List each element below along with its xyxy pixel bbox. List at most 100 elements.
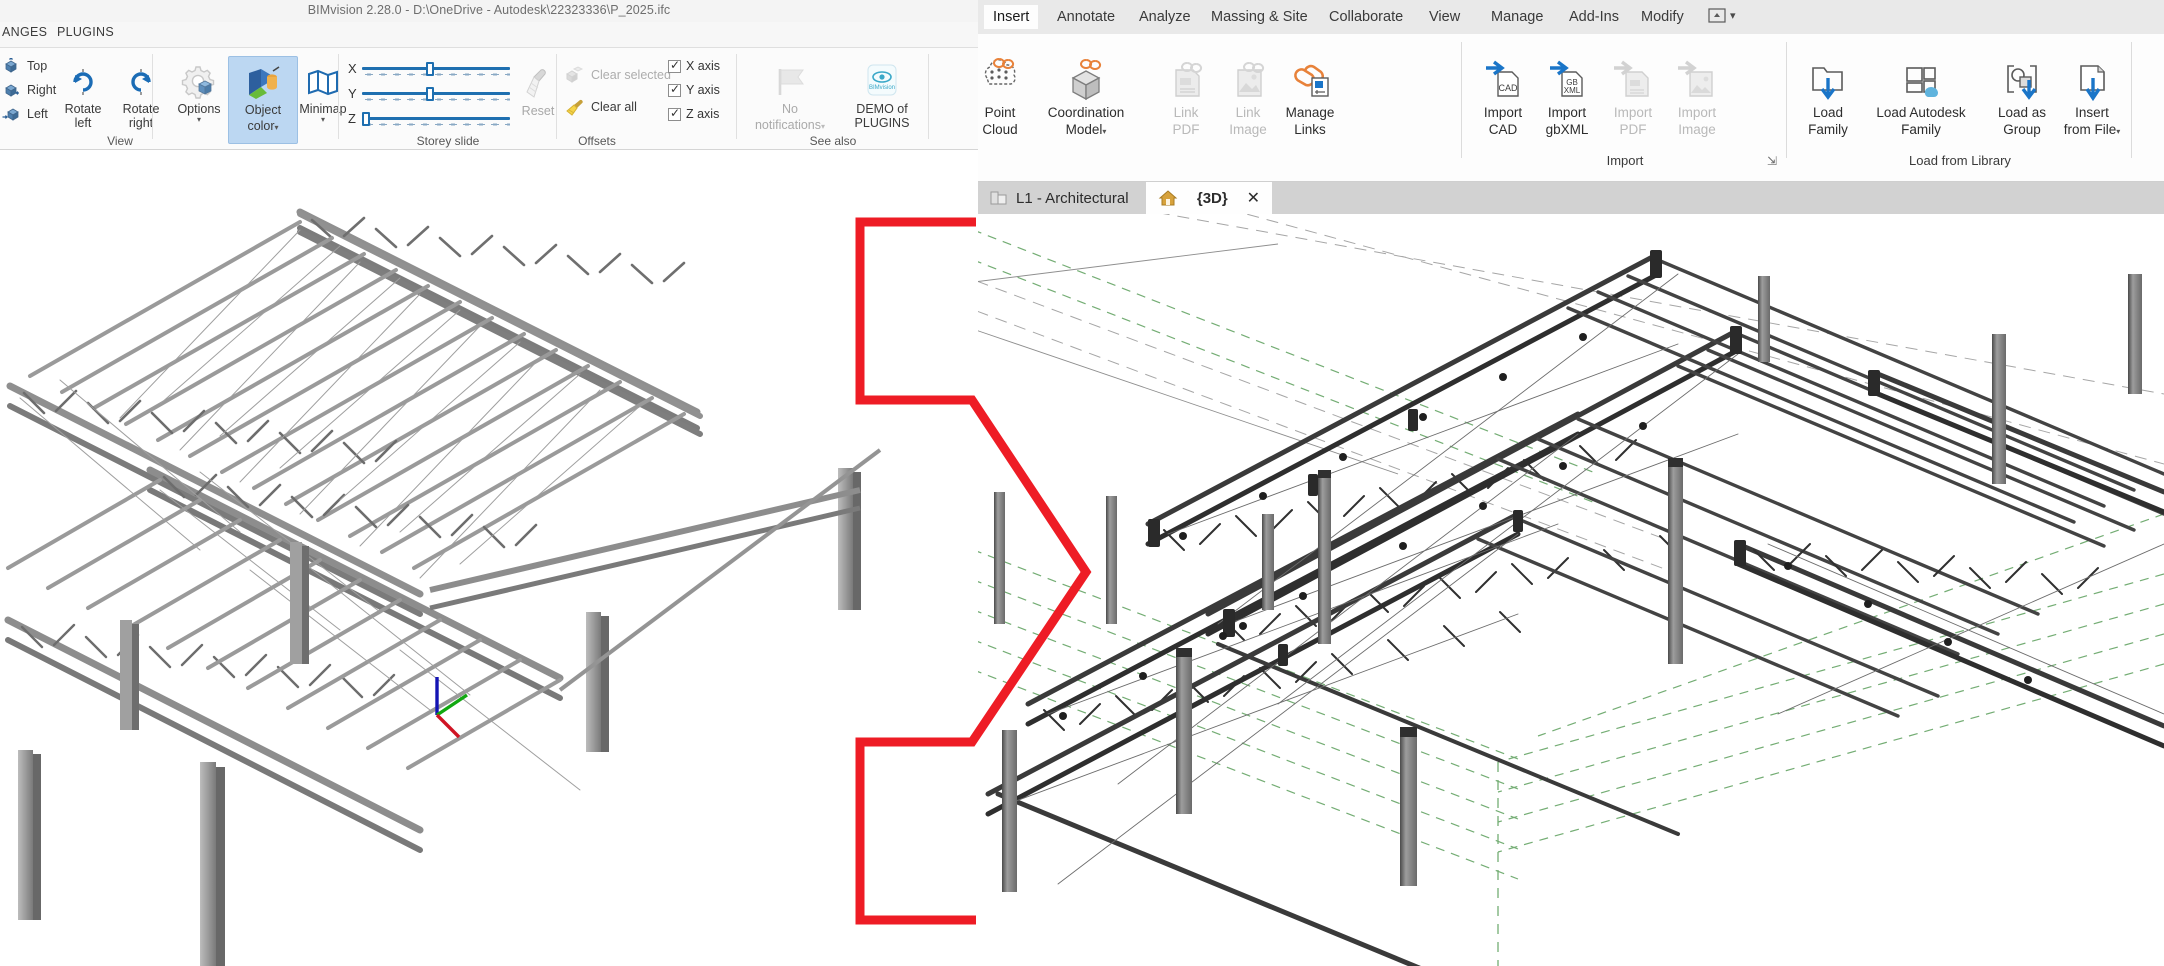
import-cad-button[interactable]: CAD Import CAD	[1467, 52, 1539, 138]
storey-slider-y-thumb[interactable]	[426, 86, 434, 101]
revit-panel-divider-3	[2131, 42, 2132, 158]
tab-massing-site[interactable]: Massing & Site	[1202, 5, 1317, 29]
screenshot-root: BIMvision 2.28.0 - D:\OneDrive - Autodes…	[0, 0, 2164, 966]
coordination-model-button[interactable]: Coordination Model▾	[1026, 52, 1146, 139]
import-pdf-button[interactable]: Import PDF	[1597, 52, 1669, 138]
storey-slider-y-label: Y	[348, 86, 357, 101]
load-autodesk-family-label-2: Family	[1901, 122, 1941, 137]
import-pdf-icon	[1597, 52, 1669, 104]
object-color-caret-icon[interactable]: ▾	[275, 123, 279, 132]
options-button[interactable]: Options ▾	[164, 62, 234, 124]
revit-view-tabstrip: L1 - Architectural {3D} ✕	[978, 182, 2164, 214]
ribbon-overflow-caret-icon[interactable]: ▾	[1730, 9, 1736, 22]
tab-collaborate[interactable]: Collaborate	[1320, 5, 1412, 29]
insert-from-file-label-1: Insert	[2075, 105, 2109, 120]
storey-slider-z-track[interactable]	[362, 111, 510, 126]
no-notifications-button[interactable]: No notifications▾	[746, 62, 834, 134]
view-panel-title: View	[107, 134, 133, 148]
offset-checkbox-x[interactable]: X axis	[668, 58, 720, 73]
broom-yellow-icon	[566, 99, 583, 116]
import-dialog-launcher[interactable]: ⇲	[1767, 154, 1777, 168]
clear-selected-icon	[566, 66, 584, 83]
view-left-button[interactable]: Left	[2, 106, 48, 122]
ribbon-overflow-button[interactable]: ▾	[1708, 8, 1736, 23]
clear-all-button[interactable]: Clear all	[564, 98, 637, 116]
insert-from-file-button[interactable]: Insert from File▾	[2050, 52, 2134, 139]
offset-checkbox-x-box[interactable]	[668, 58, 681, 73]
view-left-label: Left	[27, 107, 48, 121]
coordination-model-caret-icon[interactable]: ▾	[1102, 127, 1106, 136]
revit-panel-divider-1	[1461, 42, 1462, 158]
clear-all-label: Clear all	[591, 100, 637, 114]
insert-from-file-icon	[2050, 52, 2134, 104]
tab-add-ins[interactable]: Add-Ins	[1560, 5, 1628, 29]
import-gbxml-button[interactable]: GB XML Import gbXML	[1531, 52, 1603, 138]
view-tab-l1-label: L1 - Architectural	[1016, 189, 1129, 207]
tab-annotate[interactable]: Annotate	[1048, 5, 1124, 29]
bimvision-panel-view: Top Right Left Rotate left Rotate right …	[0, 48, 347, 150]
storey-slider-x[interactable]: X	[348, 61, 510, 76]
clear-selected-button[interactable]: Clear selected	[564, 66, 671, 84]
svg-text:CAD: CAD	[1498, 83, 1518, 93]
tab-insert[interactable]: Insert	[984, 5, 1039, 29]
no-notifications-caret-icon[interactable]: ▾	[821, 122, 825, 131]
object-color-label-2: color	[247, 119, 275, 133]
view-top-button[interactable]: Top	[2, 58, 47, 74]
home-3d-icon	[1158, 190, 1178, 206]
coordination-model-label-2: Model	[1065, 122, 1103, 137]
see-also-panel-title: See also	[809, 134, 857, 148]
load-as-group-label-1: Load as	[1997, 105, 2047, 120]
offset-checkbox-z[interactable]: Z axis	[668, 106, 719, 121]
manage-links-button[interactable]: Manage Links	[1274, 52, 1346, 138]
offset-checkbox-y-label: Y axis	[686, 83, 720, 97]
import-image-button[interactable]: Import Image	[1661, 52, 1733, 138]
import-image-label-1: Import	[1677, 105, 1717, 120]
load-family-icon	[1792, 52, 1864, 104]
bimvision-tab-plugins[interactable]: PLUGINS	[57, 25, 114, 39]
load-as-group-icon	[1986, 52, 2058, 104]
revit-panel-link: Point Cloud Coordination Model▾ Link PDF…	[978, 34, 1446, 182]
bimvision-tab-ranges[interactable]: ANGES	[2, 25, 47, 39]
import-cad-label-1: Import	[1483, 105, 1523, 120]
import-pdf-label-1: Import	[1613, 105, 1653, 120]
cube-left-icon	[2, 108, 19, 121]
storey-slider-z-thumb[interactable]	[362, 111, 370, 126]
storey-slider-x-thumb[interactable]	[426, 61, 434, 76]
coordination-model-icon	[1026, 52, 1146, 104]
demo-plugins-label-1: DEMO of	[856, 102, 908, 116]
insert-from-file-caret-icon[interactable]: ▾	[2116, 127, 2120, 136]
storey-slider-y-track[interactable]	[362, 86, 510, 101]
bimvision-3d-viewport[interactable]	[0, 150, 978, 966]
storey-slider-z[interactable]: Z	[348, 111, 510, 126]
storey-slider-x-track[interactable]	[362, 61, 510, 76]
object-color-label-1: Object	[244, 103, 282, 117]
import-image-icon	[1661, 52, 1733, 104]
tab-modify[interactable]: Modify	[1632, 5, 1693, 29]
panel-divider-3	[556, 54, 557, 139]
import-gbxml-label-1: Import	[1547, 105, 1587, 120]
revit-panel-divider-2	[1786, 42, 1787, 158]
load-family-label-1: Load	[1812, 105, 1844, 120]
view-tab-3d[interactable]: {3D} ✕	[1146, 182, 1272, 214]
offset-checkbox-y-box[interactable]	[668, 82, 681, 97]
revit-3d-viewport[interactable]	[978, 214, 2164, 966]
import-cad-icon: CAD	[1467, 52, 1539, 104]
view-tab-3d-close-icon[interactable]: ✕	[1247, 188, 1260, 208]
options-caret-icon[interactable]: ▾	[164, 116, 234, 124]
demo-plugins-button[interactable]: BIMvision DEMO of PLUGINS	[842, 62, 922, 130]
panel-divider	[152, 54, 153, 139]
storey-slider-y[interactable]: Y	[348, 86, 510, 101]
view-tab-l1-architectural[interactable]: L1 - Architectural	[978, 182, 1141, 214]
load-autodesk-family-button[interactable]: Load Autodesk Family	[1856, 52, 1986, 138]
view-top-label: Top	[27, 59, 48, 73]
load-autodesk-family-icon	[1856, 52, 1986, 104]
load-family-button[interactable]: Load Family	[1792, 52, 1864, 138]
tab-view[interactable]: View	[1420, 5, 1469, 29]
tab-manage[interactable]: Manage	[1482, 5, 1552, 29]
offset-checkbox-z-box[interactable]	[668, 106, 681, 121]
revit-panel-import: CAD Import CAD GB XML Import gbXML Impor…	[1465, 34, 1785, 182]
tab-analyze[interactable]: Analyze	[1130, 5, 1200, 29]
load-as-group-button[interactable]: Load as Group	[1986, 52, 2058, 138]
offset-checkbox-y[interactable]: Y axis	[668, 82, 720, 97]
cube-right-icon	[5, 84, 19, 97]
